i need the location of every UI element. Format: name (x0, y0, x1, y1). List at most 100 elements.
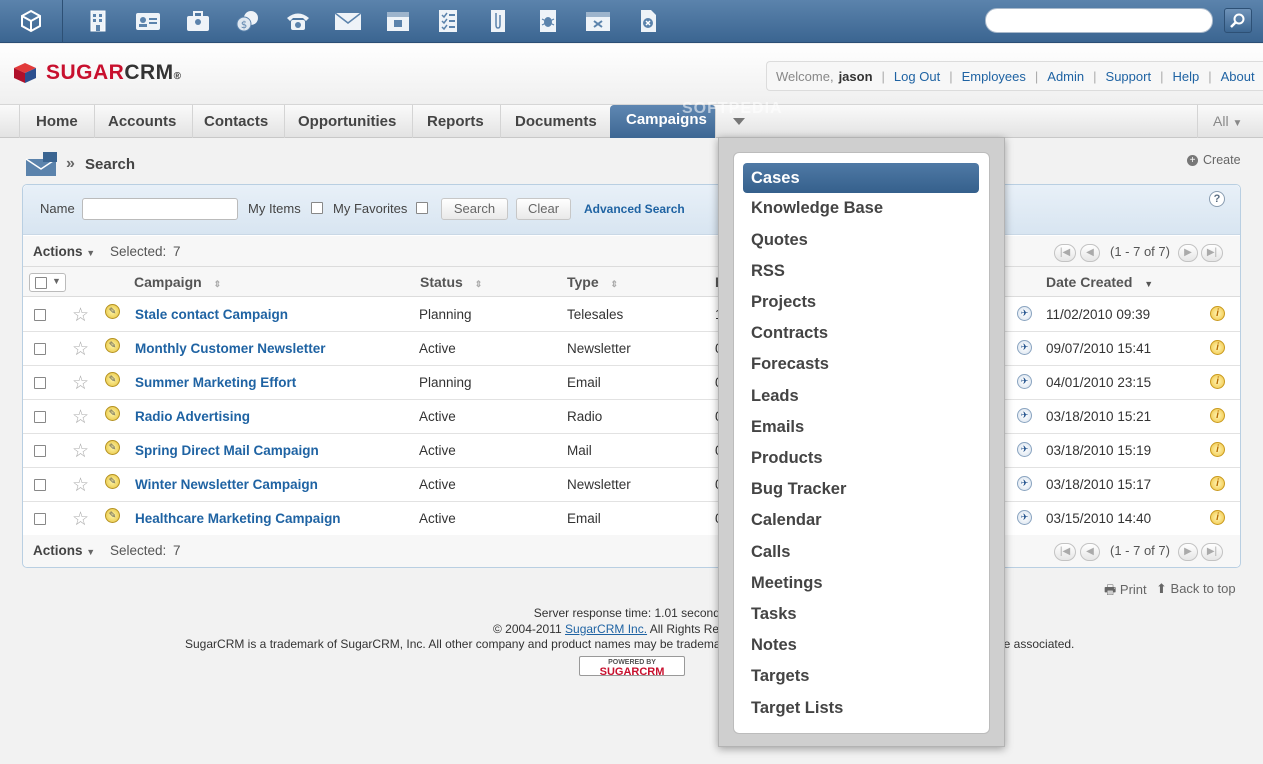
next-page-icon[interactable]: ▶ (1178, 543, 1198, 561)
coins-icon[interactable]: $ (234, 7, 262, 35)
checklist-icon[interactable] (434, 7, 462, 35)
launch-wizard-icon[interactable]: ✈ (1017, 442, 1032, 457)
briefcase-icon[interactable] (184, 7, 212, 35)
favorite-star-icon[interactable]: ☆ (72, 406, 89, 429)
campaign-name-link[interactable]: Radio Advertising (135, 400, 250, 434)
tab-documents[interactable]: Documents (499, 105, 614, 138)
create-button[interactable]: + Create (1187, 153, 1241, 167)
row-checkbox[interactable] (34, 513, 46, 525)
row-checkbox[interactable] (34, 343, 46, 355)
phone-icon[interactable] (284, 7, 312, 35)
tab-opportunities[interactable]: Opportunities (282, 105, 414, 138)
my-favorites-checkbox[interactable] (416, 202, 428, 214)
edit-pencil-icon[interactable]: ✎ (105, 508, 120, 523)
first-page-icon[interactable]: |◀ (1054, 543, 1076, 561)
menu-item-cases[interactable]: Cases (743, 163, 979, 193)
menu-item-target-lists[interactable]: Target Lists (751, 693, 843, 723)
menu-item-notes[interactable]: Notes (751, 630, 797, 660)
my-items-checkbox[interactable] (311, 202, 323, 214)
prev-page-icon[interactable]: ◀ (1080, 543, 1100, 561)
favorite-star-icon[interactable]: ☆ (72, 338, 89, 361)
row-checkbox[interactable] (34, 445, 46, 457)
tab-home[interactable]: Home (20, 105, 95, 138)
menu-item-knowledge-base[interactable]: Knowledge Base (751, 193, 883, 223)
name-search-input[interactable] (82, 198, 238, 220)
menu-item-contracts[interactable]: Contracts (751, 318, 828, 348)
global-search-input[interactable] (985, 8, 1213, 33)
help-icon[interactable]: ? (1209, 191, 1225, 207)
paperclip-icon[interactable] (484, 7, 512, 35)
search-button[interactable]: Search (441, 198, 508, 220)
menu-item-quotes[interactable]: Quotes (751, 225, 808, 255)
campaign-name-link[interactable]: Spring Direct Mail Campaign (135, 434, 319, 468)
prev-page-icon[interactable]: ◀ (1080, 244, 1100, 262)
sugarcrm-logo[interactable]: SUGARCRM® (13, 61, 182, 85)
tab-all[interactable]: All ▼ (1197, 105, 1263, 138)
bug-icon[interactable] (534, 7, 562, 35)
print-link[interactable]: 🖶 Print (1104, 581, 1147, 603)
menu-item-calls[interactable]: Calls (751, 537, 790, 567)
row-checkbox[interactable] (34, 479, 46, 491)
menu-item-projects[interactable]: Projects (751, 287, 816, 317)
edit-pencil-icon[interactable]: ✎ (105, 372, 120, 387)
contact-card-icon[interactable] (134, 7, 162, 35)
edit-pencil-icon[interactable]: ✎ (105, 406, 120, 421)
row-checkbox[interactable] (34, 309, 46, 321)
actions-menu-bottom[interactable]: Actions ▼ (33, 543, 95, 558)
campaign-name-link[interactable]: Stale contact Campaign (135, 298, 288, 332)
document-x-icon[interactable] (634, 7, 662, 35)
powered-by-badge[interactable]: POWERED BY SUGARCRM (579, 656, 685, 678)
advanced-search-link[interactable]: Advanced Search (584, 202, 685, 216)
menu-item-forecasts[interactable]: Forecasts (751, 349, 829, 379)
calendar-icon[interactable] (384, 7, 412, 35)
menu-item-emails[interactable]: Emails (751, 412, 804, 442)
row-checkbox[interactable] (34, 411, 46, 423)
tab-contacts[interactable]: Contacts (188, 105, 286, 138)
tab-more-arrow-icon[interactable] (733, 118, 745, 125)
col-campaign[interactable]: Campaign ⇕ (134, 274, 221, 290)
info-icon[interactable]: i (1210, 340, 1225, 355)
launch-wizard-icon[interactable]: ✈ (1017, 340, 1032, 355)
edit-pencil-icon[interactable]: ✎ (105, 474, 120, 489)
menu-item-leads[interactable]: Leads (751, 381, 799, 411)
actions-menu[interactable]: Actions ▼ (33, 244, 95, 259)
help-link[interactable]: Help (1172, 69, 1199, 84)
edit-pencil-icon[interactable]: ✎ (105, 440, 120, 455)
next-page-icon[interactable]: ▶ (1178, 244, 1198, 262)
sugarcrm-inc-link[interactable]: SugarCRM Inc. (565, 622, 647, 636)
favorite-star-icon[interactable]: ☆ (72, 372, 89, 395)
logout-link[interactable]: Log Out (894, 69, 940, 84)
info-icon[interactable]: i (1210, 374, 1225, 389)
launch-wizard-icon[interactable]: ✈ (1017, 408, 1032, 423)
menu-item-tasks[interactable]: Tasks (751, 599, 797, 629)
row-checkbox[interactable] (34, 377, 46, 389)
tab-accounts[interactable]: Accounts (92, 105, 194, 138)
tab-reports[interactable]: Reports (411, 105, 501, 138)
last-page-icon[interactable]: ▶| (1201, 543, 1223, 561)
select-all-checkbox[interactable]: ▼ (29, 273, 66, 292)
campaign-name-link[interactable]: Monthly Customer Newsletter (135, 332, 326, 366)
calendar-check-icon[interactable] (584, 7, 612, 35)
last-page-icon[interactable]: ▶| (1201, 244, 1223, 262)
menu-item-products[interactable]: Products (751, 443, 823, 473)
launch-wizard-icon[interactable]: ✈ (1017, 306, 1032, 321)
campaign-name-link[interactable]: Summer Marketing Effort (135, 366, 296, 400)
col-type[interactable]: Type ⇕ (567, 274, 618, 290)
launch-wizard-icon[interactable]: ✈ (1017, 476, 1032, 491)
cube-icon[interactable] (17, 7, 45, 35)
envelope-icon[interactable] (334, 7, 362, 35)
favorite-star-icon[interactable]: ☆ (72, 304, 89, 327)
menu-item-targets[interactable]: Targets (751, 661, 809, 691)
about-link[interactable]: About (1221, 69, 1255, 84)
menu-item-bug-tracker[interactable]: Bug Tracker (751, 474, 846, 504)
admin-link[interactable]: Admin (1047, 69, 1084, 84)
menu-item-calendar[interactable]: Calendar (751, 505, 822, 535)
magnifier-icon[interactable] (1224, 8, 1252, 33)
edit-pencil-icon[interactable]: ✎ (105, 304, 120, 319)
launch-wizard-icon[interactable]: ✈ (1017, 510, 1032, 525)
launch-wizard-icon[interactable]: ✈ (1017, 374, 1032, 389)
info-icon[interactable]: i (1210, 408, 1225, 423)
edit-pencil-icon[interactable]: ✎ (105, 338, 120, 353)
support-link[interactable]: Support (1106, 69, 1152, 84)
favorite-star-icon[interactable]: ☆ (72, 474, 89, 497)
